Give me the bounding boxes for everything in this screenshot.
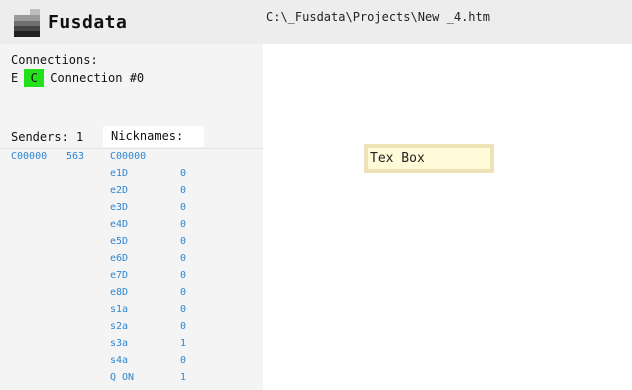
- nickname-row[interactable]: s4a 0: [110, 355, 230, 372]
- connections-title: Connections:: [11, 53, 98, 67]
- nickname-value: 0: [180, 270, 187, 281]
- nickname-row[interactable]: e2D 0: [110, 185, 230, 202]
- sender-id[interactable]: C00000: [11, 151, 47, 162]
- nickname-row[interactable]: e4D 0: [110, 219, 230, 236]
- divider: [0, 148, 263, 149]
- nickname-header-row[interactable]: C00000: [110, 151, 230, 168]
- connection-e-toggle[interactable]: E: [11, 71, 18, 85]
- nickname-name: e5D: [110, 236, 129, 247]
- nickname-value: 1: [180, 372, 187, 383]
- nickname-row[interactable]: e1D 0: [110, 168, 230, 185]
- nickname-name: s2a: [110, 321, 129, 332]
- nickname-name: Q ON: [110, 372, 135, 383]
- nickname-value: 0: [180, 168, 187, 179]
- nickname-value: 0: [180, 287, 187, 298]
- nickname-name: s1a: [110, 304, 129, 315]
- nickname-value: 0: [180, 185, 187, 196]
- connection-c-toggle[interactable]: C: [24, 69, 45, 87]
- nickname-name: s4a: [110, 355, 129, 366]
- nickname-name: s3a: [110, 338, 129, 349]
- nickname-name: e3D: [110, 202, 129, 213]
- connection-name[interactable]: Connection #0: [50, 71, 144, 85]
- nickname-value: 0: [180, 253, 187, 264]
- nickname-row[interactable]: e6D 0: [110, 253, 230, 270]
- nickname-value: 0: [180, 321, 187, 332]
- nickname-header-id: C00000: [110, 151, 147, 162]
- connection-row[interactable]: E C Connection #0: [11, 69, 144, 87]
- nickname-row[interactable]: e8D 0: [110, 287, 230, 304]
- app-title: Fusdata: [48, 12, 128, 33]
- nickname-name: e2D: [110, 185, 129, 196]
- nickname-row[interactable]: e5D 0: [110, 236, 230, 253]
- nickname-value: 0: [180, 236, 187, 247]
- file-path: C:\_Fusdata\Projects\New _4.htm: [266, 10, 490, 24]
- nickname-name: e4D: [110, 219, 129, 230]
- sender-count: 563: [66, 151, 85, 162]
- fusdata-logo-icon: [14, 9, 40, 37]
- text-box-content[interactable]: Tex Box: [368, 148, 490, 169]
- nicknames-label: Nicknames:: [103, 126, 204, 147]
- nickname-list: C00000 e1D 0 e2D 0 e3D 0 e4D 0 e5D 0 e6D…: [110, 151, 230, 389]
- nickname-value: 1: [180, 338, 187, 349]
- nickname-row[interactable]: s1a 0: [110, 304, 230, 321]
- nickname-value: 0: [180, 355, 187, 366]
- nickname-name: e8D: [110, 287, 129, 298]
- nickname-value: 0: [180, 219, 187, 230]
- text-box-widget[interactable]: Tex Box: [364, 144, 494, 173]
- nickname-row[interactable]: s3a 1: [110, 338, 230, 355]
- nickname-value: 0: [180, 304, 187, 315]
- nickname-row[interactable]: e7D 0: [110, 270, 230, 287]
- nickname-row[interactable]: s2a 0: [110, 321, 230, 338]
- senders-label: Senders: 1: [11, 130, 84, 144]
- nickname-row[interactable]: e3D 0: [110, 202, 230, 219]
- nickname-name: e7D: [110, 270, 129, 281]
- nickname-name: e1D: [110, 168, 129, 179]
- nickname-name: e6D: [110, 253, 129, 264]
- title-bar: Fusdata C:\_Fusdata\Projects\New _4.htm: [0, 0, 632, 44]
- nickname-row[interactable]: Q ON 1: [110, 372, 230, 389]
- nickname-value: 0: [180, 202, 187, 213]
